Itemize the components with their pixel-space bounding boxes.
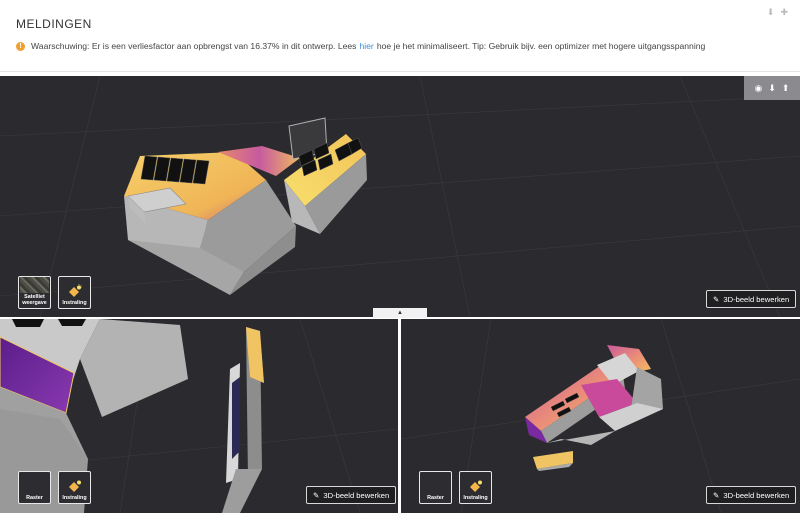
viewport-3d-side[interactable]: Raster Instraling ✎ 3D-beeld bewerken: [0, 319, 398, 513]
arrow-up-icon[interactable]: ⬆: [782, 83, 790, 94]
plus-icon[interactable]: ✚: [780, 7, 788, 17]
collapse-viewports-button[interactable]: ▲: [373, 308, 427, 318]
arrow-down-icon[interactable]: ⬇: [768, 83, 776, 94]
scene-3d-main: [0, 76, 800, 317]
sun-house-icon: [68, 480, 81, 492]
notifications-panel: MELDINGEN ⬇ ✚ ! Waarschuwing: Er is een …: [0, 0, 800, 72]
viewport-tools: ◉ ⬇ ⬆: [744, 76, 800, 100]
viewport-3d-main[interactable]: ◉ ⬇ ⬆ Satelliet weergave Instraling ✎ 3D…: [0, 76, 800, 317]
warning-message: ! Waarschuwing: Er is een verliesfactor …: [16, 41, 705, 51]
warning-text-suffix: hoe je het minimaliseert. Tip: Gebruik b…: [376, 41, 706, 51]
edit-3d-label: 3D-beeld bewerken: [723, 490, 790, 500]
sun-house-icon: [469, 480, 482, 492]
pencil-icon: ✎: [313, 490, 320, 500]
viewport-3d-top[interactable]: Raster Instraling ✎ 3D-beeld bewerken: [401, 319, 800, 513]
irradiation-toggle[interactable]: Instraling: [58, 276, 91, 309]
warning-text-prefix: Waarschuwing: Er is een verliesfactor aa…: [31, 41, 357, 51]
caret-up-icon: ▲: [397, 310, 403, 316]
satellite-view-toggle[interactable]: Satelliet weergave: [18, 276, 51, 309]
irradiation-toggle-side[interactable]: Instraling: [58, 471, 91, 504]
arrow-down-icon[interactable]: ⬇: [767, 7, 775, 17]
grid-toggle[interactable]: Raster: [18, 471, 51, 504]
edit-3d-label: 3D-beeld bewerken: [723, 294, 790, 304]
sun-house-icon: [68, 284, 82, 297]
pencil-icon: ✎: [713, 294, 720, 304]
warning-icon: !: [16, 41, 25, 51]
irradiation-toggle-top[interactable]: Instraling: [459, 471, 492, 504]
pencil-icon: ✎: [713, 490, 720, 500]
irradiation-label: Instraling: [463, 495, 488, 501]
notifications-title: MELDINGEN: [16, 17, 92, 31]
grid-toggle-top[interactable]: Raster: [419, 471, 452, 504]
grid-label: Raster: [427, 495, 444, 501]
irradiation-label: Instraling: [62, 495, 87, 501]
notifications-controls: ⬇ ✚: [767, 7, 788, 17]
edit-3d-button[interactable]: ✎ 3D-beeld bewerken: [706, 290, 797, 308]
satellite-thumbnail: [20, 277, 49, 293]
edit-3d-label: 3D-beeld bewerken: [323, 490, 390, 500]
warning-link[interactable]: hier: [359, 41, 373, 51]
satellite-view-label: Satelliet weergave: [22, 294, 47, 306]
record-icon[interactable]: ◉: [755, 83, 763, 94]
irradiation-label: Instraling: [62, 300, 87, 306]
grid-label: Raster: [26, 495, 43, 501]
edit-3d-button-side[interactable]: ✎ 3D-beeld bewerken: [306, 486, 397, 504]
edit-3d-button-top[interactable]: ✎ 3D-beeld bewerken: [706, 486, 797, 504]
